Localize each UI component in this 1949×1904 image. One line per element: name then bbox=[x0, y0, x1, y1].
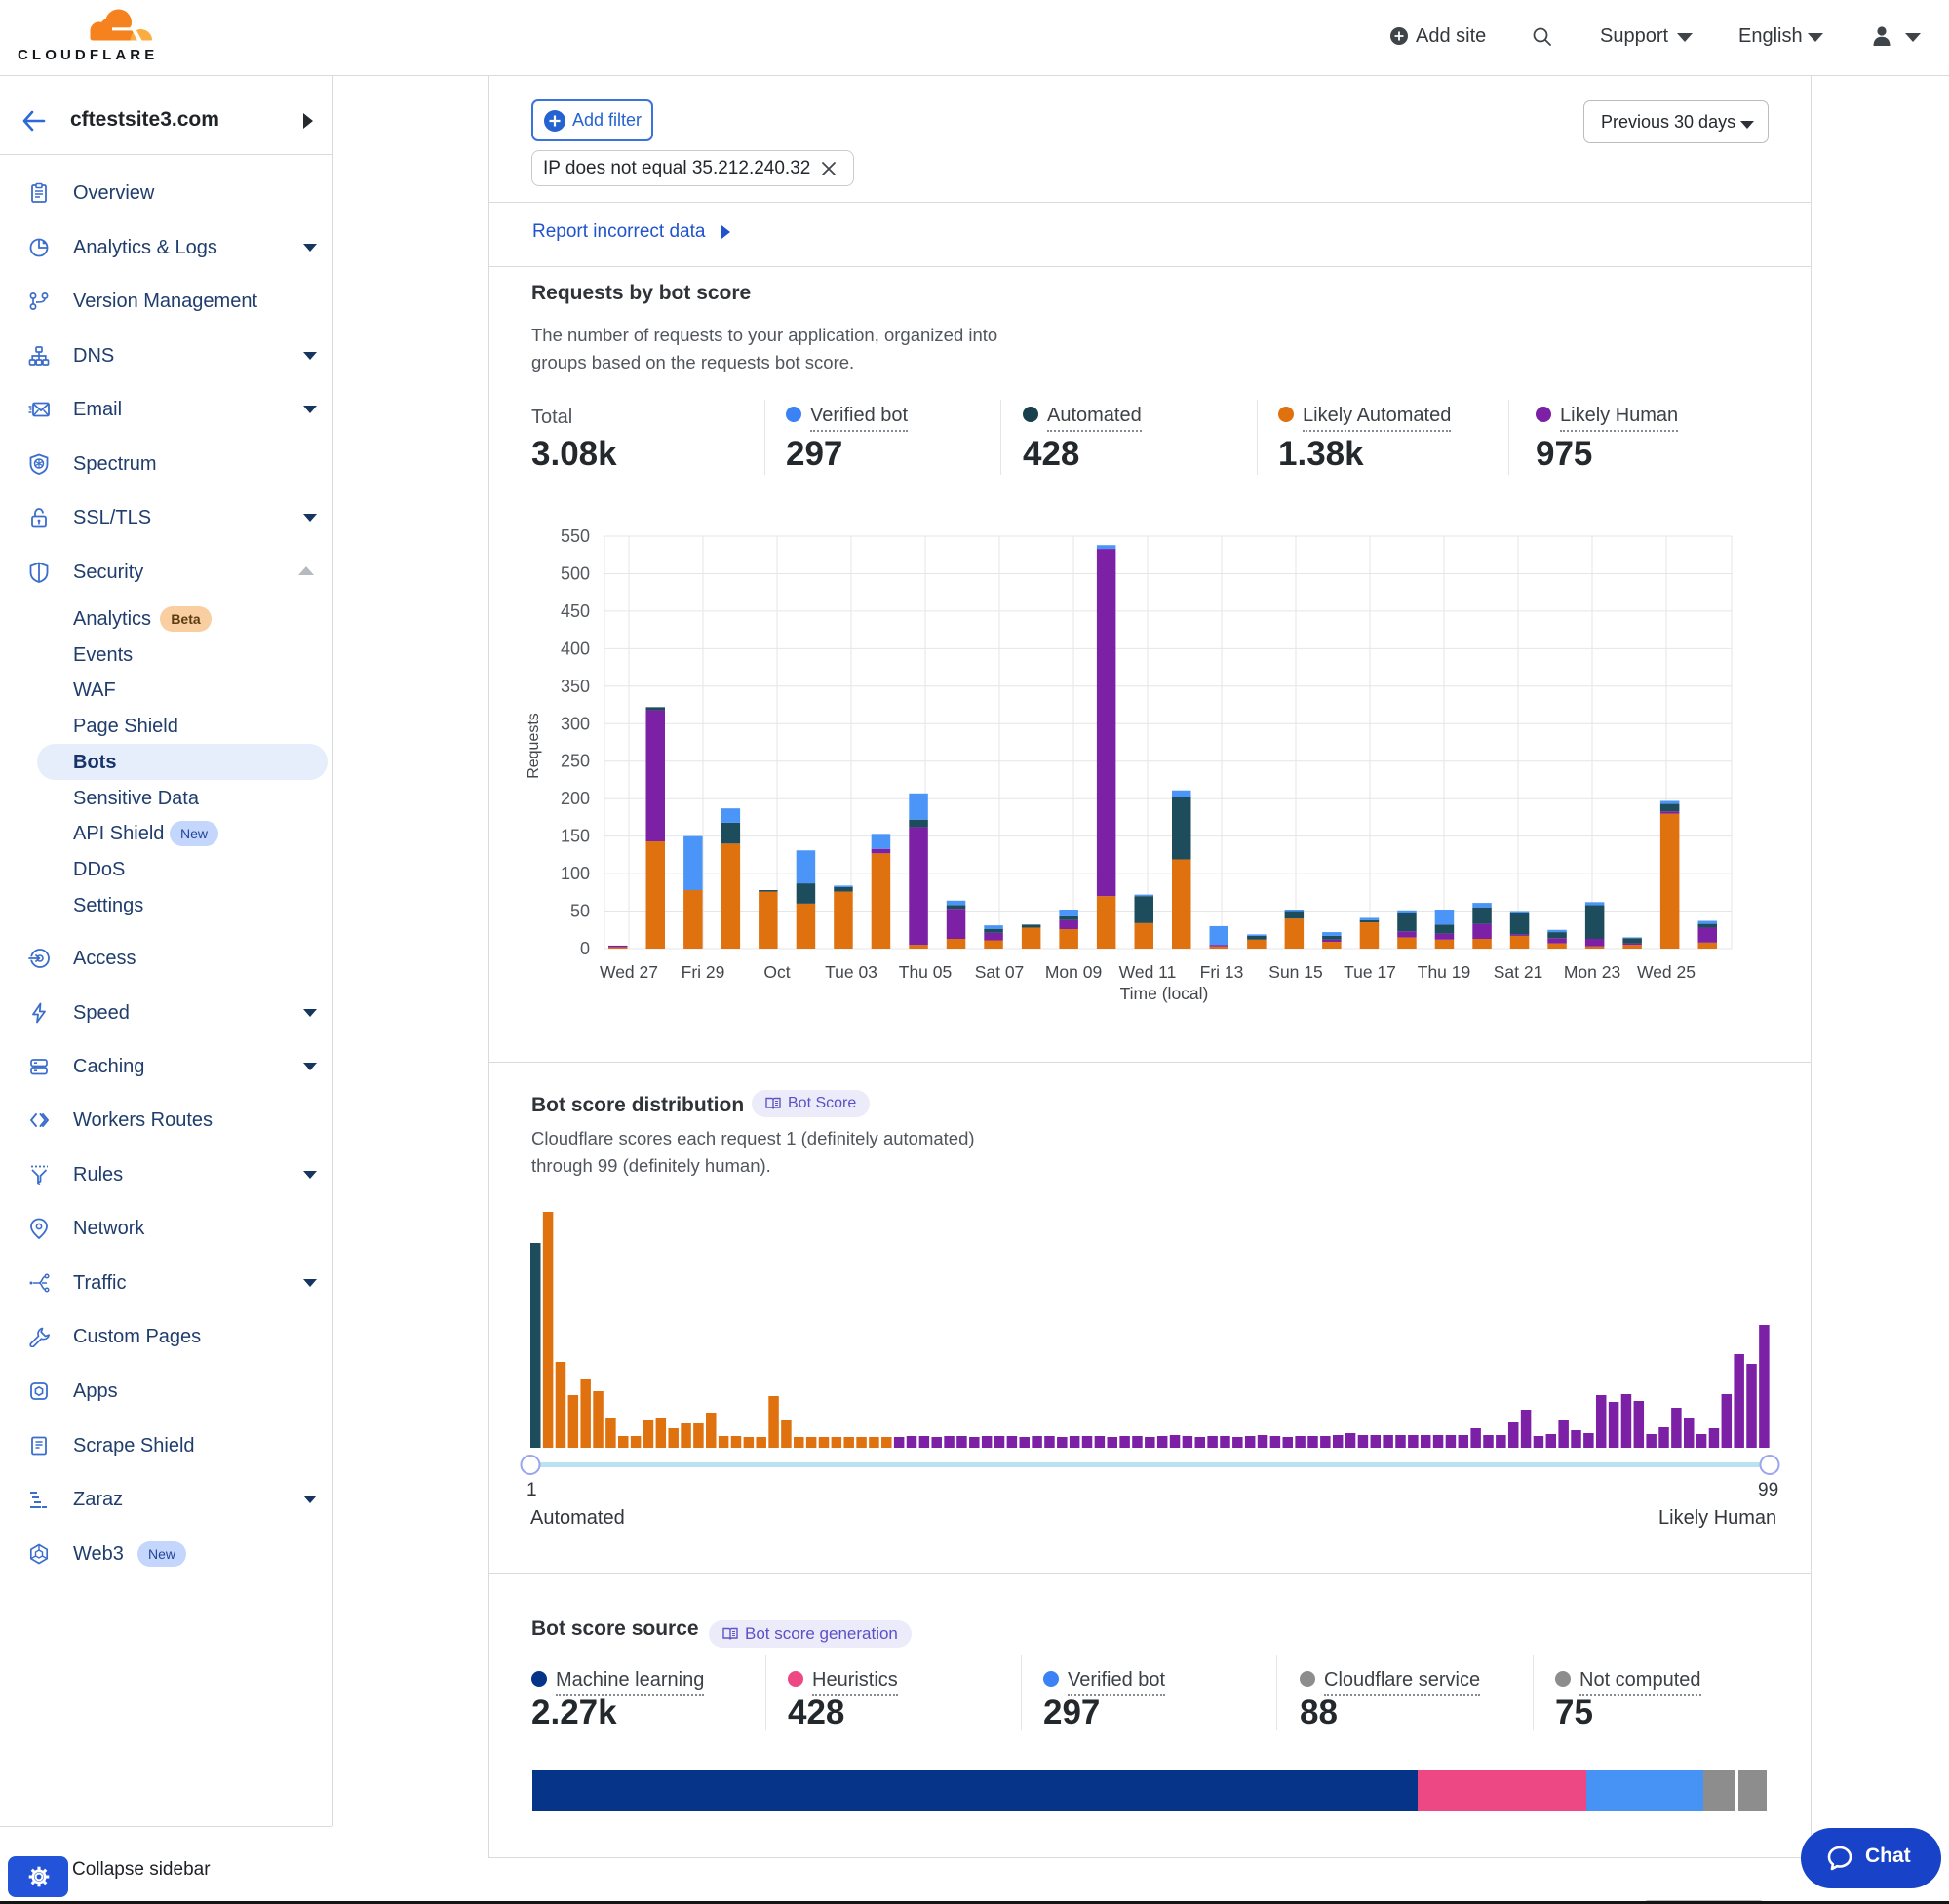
svg-text:250: 250 bbox=[561, 752, 590, 771]
svg-text:Wed 27: Wed 27 bbox=[600, 962, 658, 982]
svg-text:Tue 17: Tue 17 bbox=[1344, 962, 1396, 982]
svg-text:Sun 15: Sun 15 bbox=[1268, 962, 1322, 982]
svg-text:300: 300 bbox=[561, 714, 590, 733]
svg-text:350: 350 bbox=[561, 677, 590, 696]
svg-text:550: 550 bbox=[561, 526, 590, 546]
svg-text:Sat 07: Sat 07 bbox=[975, 962, 1025, 982]
svg-text:Oct: Oct bbox=[763, 962, 790, 982]
svg-text:150: 150 bbox=[561, 827, 590, 846]
svg-text:Requests: Requests bbox=[526, 713, 542, 779]
svg-text:0: 0 bbox=[580, 939, 590, 958]
svg-text:200: 200 bbox=[561, 789, 590, 808]
svg-text:Wed 11: Wed 11 bbox=[1119, 962, 1177, 982]
svg-text:Time (local): Time (local) bbox=[1120, 984, 1209, 1003]
svg-text:Thu 19: Thu 19 bbox=[1418, 962, 1470, 982]
svg-text:Tue 03: Tue 03 bbox=[825, 962, 877, 982]
svg-text:Sat 21: Sat 21 bbox=[1494, 962, 1543, 982]
svg-text:Fri 13: Fri 13 bbox=[1200, 962, 1244, 982]
svg-text:400: 400 bbox=[561, 639, 590, 658]
svg-text:100: 100 bbox=[561, 864, 590, 883]
svg-text:Mon 09: Mon 09 bbox=[1045, 962, 1102, 982]
svg-text:Mon 23: Mon 23 bbox=[1564, 962, 1620, 982]
svg-text:Fri 29: Fri 29 bbox=[682, 962, 725, 982]
svg-text:450: 450 bbox=[561, 602, 590, 621]
svg-text:Wed 25: Wed 25 bbox=[1637, 962, 1696, 982]
svg-text:50: 50 bbox=[570, 902, 590, 921]
svg-text:500: 500 bbox=[561, 564, 590, 584]
svg-text:Thu 05: Thu 05 bbox=[899, 962, 952, 982]
